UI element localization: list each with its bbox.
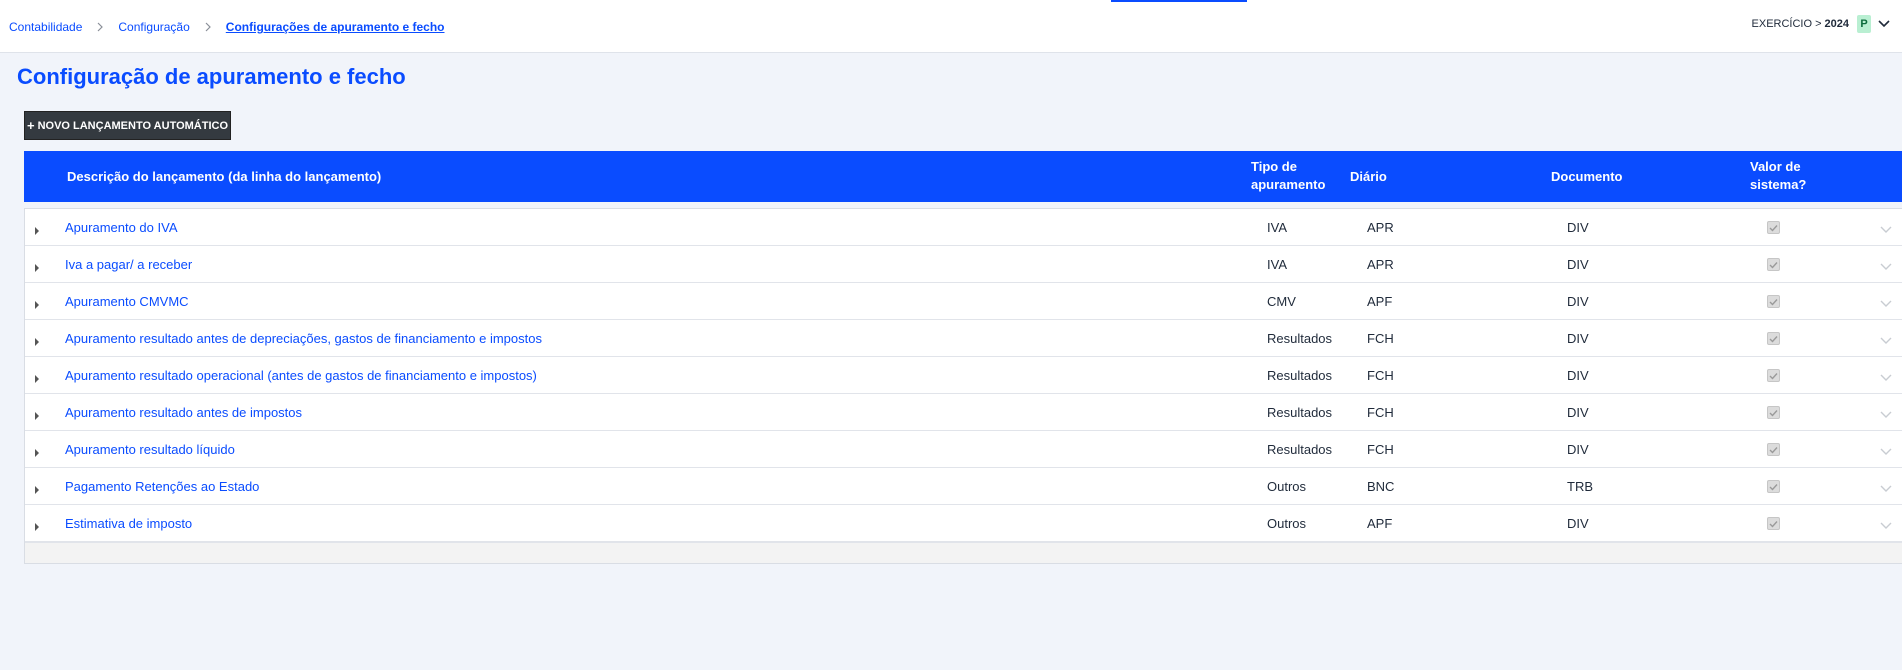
table-row[interactable]: Apuramento resultado antes de depreciaçõ… [25, 320, 1902, 357]
column-header-description[interactable]: Descrição do lançamento (da linha do lan… [67, 168, 381, 186]
chevron-down-icon[interactable] [1880, 333, 1892, 348]
table-row[interactable]: Apuramento resultado antes de impostos R… [25, 394, 1902, 431]
row-tipo: Resultados [1267, 442, 1333, 457]
breadcrumb: Contabilidade Configuração Configurações… [9, 20, 445, 34]
chevron-down-icon[interactable] [1880, 481, 1892, 496]
breadcrumb-item-configuracao[interactable]: Configuração [118, 20, 189, 34]
row-diario: BNC [1367, 479, 1395, 494]
row-tipo: Resultados [1267, 368, 1333, 383]
new-automatic-entry-label: NOVO LANÇAMENTO AUTOMÁTICO [37, 119, 229, 132]
row-documento: DIV [1567, 368, 1589, 383]
row-tipo: CMV [1267, 294, 1296, 309]
row-diario: FCH [1367, 368, 1394, 383]
system-value-checkbox [1767, 480, 1780, 493]
row-description[interactable]: Apuramento resultado antes de depreciaçõ… [65, 331, 542, 346]
chevron-down-icon[interactable] [1878, 20, 1890, 28]
table-row[interactable]: Estimativa de imposto Outros APF DIV [25, 505, 1902, 542]
system-value-checkbox [1767, 369, 1780, 382]
row-description[interactable]: Pagamento Retenções ao Estado [65, 479, 259, 494]
row-tipo: Resultados [1267, 331, 1333, 346]
row-tipo: IVA [1267, 220, 1287, 235]
exercise-year: 2024 [1824, 18, 1849, 30]
row-diario: FCH [1367, 405, 1394, 420]
row-diario: APR [1367, 220, 1394, 235]
system-value-checkbox [1767, 443, 1780, 456]
table-footer [25, 542, 1902, 563]
row-documento: DIV [1567, 442, 1589, 457]
caret-right-icon[interactable] [34, 334, 40, 349]
row-tipo: Resultados [1267, 405, 1333, 420]
system-value-checkbox [1767, 221, 1780, 234]
caret-right-icon[interactable] [34, 371, 40, 386]
system-value-checkbox [1767, 295, 1780, 308]
row-description[interactable]: Apuramento CMVMC [65, 294, 189, 309]
row-documento: TRB [1567, 479, 1593, 494]
exercise-selector[interactable]: EXERCÍCIO > 2024 P [1752, 15, 1890, 33]
row-documento: DIV [1567, 516, 1589, 531]
row-description[interactable]: Estimativa de imposto [65, 516, 192, 531]
table-row[interactable]: Apuramento resultado líquido Resultados … [25, 431, 1902, 468]
row-documento: DIV [1567, 405, 1589, 420]
exercise-status-badge: P [1857, 15, 1871, 33]
active-tab-indicator [1111, 0, 1247, 2]
row-description[interactable]: Iva a pagar/ a receber [65, 257, 192, 272]
row-description[interactable]: Apuramento resultado líquido [65, 442, 235, 457]
chevron-down-icon[interactable] [1880, 259, 1892, 274]
row-description[interactable]: Apuramento resultado operacional (antes … [65, 368, 537, 383]
entries-table: Descrição do lançamento (da linha do lan… [24, 151, 1902, 564]
chevron-down-icon[interactable] [1880, 222, 1892, 237]
chevron-down-icon[interactable] [1880, 518, 1892, 533]
column-header-valor-sistema[interactable]: Valor de sistema? [1750, 158, 1830, 194]
chevron-down-icon[interactable] [1880, 370, 1892, 385]
table-row[interactable]: Iva a pagar/ a receber IVA APR DIV [25, 246, 1902, 283]
row-documento: DIV [1567, 257, 1589, 272]
row-diario: FCH [1367, 442, 1394, 457]
breadcrumb-item-contabilidade[interactable]: Contabilidade [9, 20, 82, 34]
row-documento: DIV [1567, 294, 1589, 309]
chevron-down-icon[interactable] [1880, 407, 1892, 422]
row-diario: APF [1367, 294, 1393, 309]
caret-right-icon[interactable] [34, 260, 40, 275]
system-value-checkbox [1767, 332, 1780, 345]
chevron-down-icon[interactable] [1880, 296, 1892, 311]
chevron-down-icon[interactable] [1880, 444, 1892, 459]
chevron-right-icon [82, 22, 118, 32]
row-diario: APF [1367, 516, 1393, 531]
caret-right-icon[interactable] [34, 519, 40, 534]
table-row[interactable]: Apuramento resultado operacional (antes … [25, 357, 1902, 394]
system-value-checkbox [1767, 406, 1780, 419]
top-bar: Contabilidade Configuração Configurações… [0, 0, 1902, 53]
column-header-diario[interactable]: Diário [1350, 168, 1387, 186]
system-value-checkbox [1767, 517, 1780, 530]
table-row[interactable]: Apuramento do IVA IVA APR DIV [25, 209, 1902, 246]
row-tipo: Outros [1267, 516, 1307, 531]
row-diario: FCH [1367, 331, 1394, 346]
exercise-label: EXERCÍCIO > [1751, 18, 1822, 30]
row-tipo: Outros [1267, 479, 1307, 494]
row-tipo: IVA [1267, 257, 1287, 272]
caret-right-icon[interactable] [34, 297, 40, 312]
row-diario: APR [1367, 257, 1394, 272]
row-description[interactable]: Apuramento do IVA [65, 220, 178, 235]
caret-right-icon[interactable] [34, 223, 40, 238]
system-value-checkbox [1767, 258, 1780, 271]
row-description[interactable]: Apuramento resultado antes de impostos [65, 405, 302, 420]
row-documento: DIV [1567, 220, 1589, 235]
row-documento: DIV [1567, 331, 1589, 346]
caret-right-icon[interactable] [34, 445, 40, 460]
plus-icon: + [26, 118, 35, 133]
caret-right-icon[interactable] [34, 482, 40, 497]
table-header: Descrição do lançamento (da linha do lan… [24, 151, 1902, 202]
column-header-documento[interactable]: Documento [1551, 168, 1623, 186]
column-header-tipo[interactable]: Tipo de apuramento [1251, 158, 1331, 194]
breadcrumb-item-current[interactable]: Configurações de apuramento e fecho [226, 20, 445, 34]
new-automatic-entry-button[interactable]: + NOVO LANÇAMENTO AUTOMÁTICO [24, 111, 231, 140]
caret-right-icon[interactable] [34, 408, 40, 423]
table-body: Apuramento do IVA IVA APR DIV Iva a paga… [24, 208, 1902, 564]
table-row[interactable]: Pagamento Retenções ao Estado Outros BNC… [25, 468, 1902, 505]
chevron-right-icon [190, 22, 226, 32]
page-title: Configuração de apuramento e fecho [17, 64, 406, 89]
table-row[interactable]: Apuramento CMVMC CMV APF DIV [25, 283, 1902, 320]
